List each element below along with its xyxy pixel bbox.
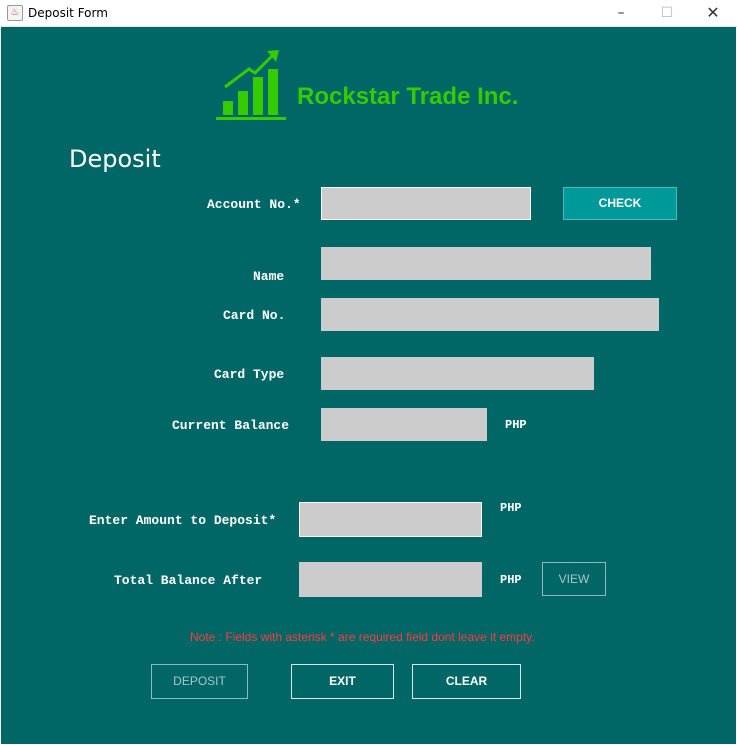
minimize-button[interactable]: – (598, 0, 644, 26)
current-balance-field (321, 408, 487, 441)
card-no-field (321, 298, 659, 331)
currency-label: PHP (500, 573, 522, 587)
card-type-field (321, 357, 594, 390)
name-field (321, 247, 651, 280)
current-balance-label: Current Balance (172, 418, 290, 433)
currency-label: PHP (500, 501, 522, 515)
card-no-label: Card No. (223, 308, 286, 323)
deposit-amount-input[interactable] (299, 502, 482, 537)
company-name: Rockstar Trade Inc. (297, 83, 519, 110)
java-cup-icon: ♨ (7, 5, 23, 21)
deposit-button[interactable]: DEPOSIT (151, 664, 248, 699)
window-title: Deposit Form (28, 6, 108, 20)
exit-button[interactable]: EXIT (291, 664, 394, 699)
total-balance-field (299, 562, 482, 597)
form-panel: Rockstar Trade Inc. Deposit Account No.*… (1, 27, 736, 744)
close-button[interactable]: ✕ (690, 0, 736, 26)
account-no-input[interactable] (321, 187, 531, 220)
check-button[interactable]: CHECK (563, 187, 677, 220)
account-no-label: Account No.* (207, 197, 301, 212)
maximize-button[interactable]: ☐ (644, 0, 690, 26)
deposit-amount-label: Enter Amount to Deposit* (89, 513, 277, 528)
total-balance-label: Total Balance After (114, 573, 263, 588)
required-fields-note: Note : Fields with asterisk * are requir… (190, 630, 535, 644)
deposit-form-window: ♨ Deposit Form – ☐ ✕ Rockstar Trade Inc.… (0, 0, 737, 745)
name-label: Name (253, 269, 285, 284)
card-type-label: Card Type (214, 367, 285, 382)
title-bar: ♨ Deposit Form – ☐ ✕ (0, 0, 737, 27)
growth-chart-icon (216, 50, 286, 120)
currency-label: PHP (505, 418, 527, 432)
clear-button[interactable]: CLEAR (412, 664, 521, 699)
view-button[interactable]: VIEW (542, 562, 606, 596)
page-title: Deposit (69, 145, 161, 173)
